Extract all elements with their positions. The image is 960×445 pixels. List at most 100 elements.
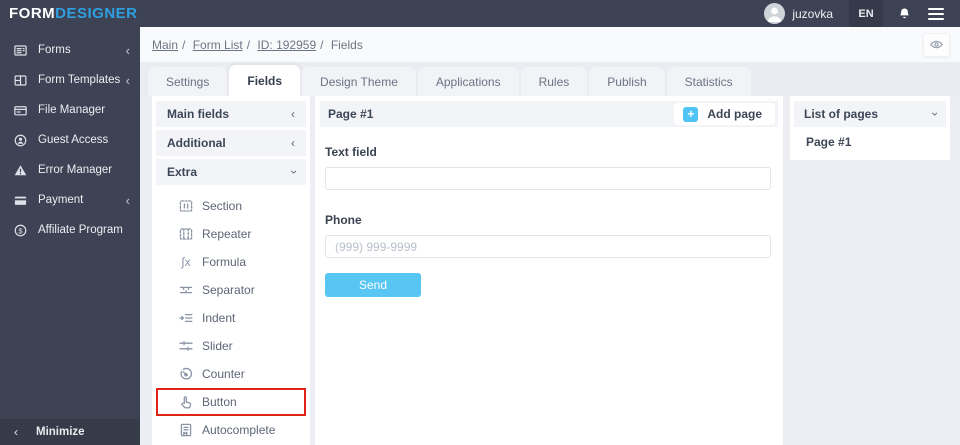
error-manager-icon xyxy=(14,164,27,175)
add-page-button[interactable]: + Add page xyxy=(674,103,775,125)
tab-rules[interactable]: Rules xyxy=(520,67,588,96)
tab-fields[interactable]: Fields xyxy=(229,65,301,96)
tab-settings[interactable]: Settings xyxy=(148,67,228,96)
field-item-label: Autocomplete xyxy=(202,423,276,437)
text-field-input[interactable] xyxy=(325,167,771,190)
chevron-left-icon: ‹ xyxy=(291,107,295,121)
autocomplete-icon xyxy=(180,423,192,437)
main-area: Main / Form List / ID: 192959/ Fields Sett… xyxy=(140,27,960,445)
counter-icon xyxy=(180,367,193,380)
avatar-person-icon xyxy=(767,7,782,22)
chevron-down-icon: ‹ xyxy=(927,112,941,116)
field-item-slider[interactable]: Slider xyxy=(156,332,306,360)
breadcrumb-separator: / xyxy=(320,37,324,52)
field-item-repeater[interactable]: Repeater xyxy=(156,220,306,248)
breadcrumb-link-form-list[interactable]: Form List xyxy=(193,38,243,52)
send-button[interactable]: Send xyxy=(325,273,421,297)
extra-field-list: Section Repeater ∫x Formula Separator In… xyxy=(156,188,306,444)
separator-icon xyxy=(179,286,193,294)
accordion-label: Extra xyxy=(167,165,198,179)
sidebar-item-label: Guest Access xyxy=(38,134,109,146)
sidebar-item-error-manager[interactable]: Error Manager xyxy=(0,155,140,185)
sidebar: Forms ‹ Form Templates ‹ File Manager Gu… xyxy=(0,27,140,445)
tab-publish[interactable]: Publish xyxy=(589,67,665,96)
field-item-section[interactable]: Section xyxy=(156,192,306,220)
add-page-label: Add page xyxy=(707,107,762,121)
button-icon xyxy=(181,396,192,409)
page-list-item[interactable]: Page #1 xyxy=(794,127,946,156)
pages-panel-header[interactable]: List of pages ‹ xyxy=(794,101,946,127)
accordion-extra[interactable]: Extra ‹ xyxy=(156,159,306,185)
field-item-label: Button xyxy=(202,395,237,409)
forms-icon xyxy=(14,44,27,56)
svg-text:$: $ xyxy=(18,226,23,235)
sidebar-item-label: Forms xyxy=(38,44,71,56)
slider-icon xyxy=(179,341,193,351)
sidebar-item-forms[interactable]: Forms ‹ xyxy=(0,35,140,65)
phone-field-label: Phone xyxy=(325,213,362,227)
field-item-label: Section xyxy=(202,199,243,213)
chevron-left-icon: ‹ xyxy=(125,42,130,58)
page-header: Page #1 + Add page xyxy=(320,101,778,127)
topbar: FORMDESIGNER juzovka EN xyxy=(0,0,960,27)
bell-icon xyxy=(900,8,909,19)
field-item-label: Indent xyxy=(202,311,236,325)
page-title: Page #1 xyxy=(328,107,374,121)
field-item-formula[interactable]: ∫x Formula xyxy=(156,248,306,276)
sidebar-nav: Forms ‹ Form Templates ‹ File Manager Gu… xyxy=(0,27,140,245)
field-item-label: Counter xyxy=(202,367,245,381)
tab-bar: Settings Fields Design Theme Application… xyxy=(140,62,960,96)
sidebar-item-label: File Manager xyxy=(38,104,106,116)
field-item-indent[interactable]: Indent xyxy=(156,304,306,332)
sidebar-item-payment[interactable]: Payment ‹ xyxy=(0,185,140,215)
minimize-label: Minimize xyxy=(36,426,85,438)
form-templates-icon xyxy=(14,74,27,86)
username-label[interactable]: juzovka xyxy=(792,7,833,21)
payment-icon xyxy=(14,196,27,205)
tab-applications[interactable]: Applications xyxy=(417,67,519,96)
breadcrumb-link-main[interactable]: Main xyxy=(152,38,178,52)
field-item-label: Formula xyxy=(202,255,247,269)
field-item-label: Repeater xyxy=(202,227,252,241)
field-item-autocomplete[interactable]: Autocomplete xyxy=(156,416,306,444)
breadcrumb-link-form-id[interactable]: ID: 192959 xyxy=(257,38,316,52)
tab-statistics[interactable]: Statistics xyxy=(666,67,751,96)
sidebar-item-label: Payment xyxy=(38,194,84,206)
sidebar-minimize-button[interactable]: ‹ Minimize xyxy=(0,419,140,445)
sidebar-item-label: Form Templates xyxy=(38,74,121,86)
chevron-left-icon: ‹ xyxy=(291,136,295,150)
text-field-label: Text field xyxy=(325,145,377,159)
field-item-counter[interactable]: Counter xyxy=(156,360,306,388)
breadcrumb-current: Fields xyxy=(330,37,363,52)
chevron-left-icon: ‹ xyxy=(125,192,130,208)
sidebar-item-affiliate-program[interactable]: $ Affiliate Program xyxy=(0,215,140,245)
accordion-label: Additional xyxy=(167,136,226,150)
sidebar-item-guest-access[interactable]: Guest Access xyxy=(0,125,140,155)
chevron-down-icon: ‹ xyxy=(286,170,300,174)
pages-panel: List of pages ‹ Page #1 xyxy=(790,96,950,160)
app-logo: FORMDESIGNER xyxy=(0,5,138,22)
accordion-main-fields[interactable]: Main fields ‹ xyxy=(156,101,306,127)
eye-icon xyxy=(930,40,943,49)
accordion-additional[interactable]: Additional ‹ xyxy=(156,130,306,156)
preview-button[interactable] xyxy=(923,32,950,57)
field-item-button[interactable]: Button xyxy=(156,388,306,416)
sidebar-item-file-manager[interactable]: File Manager xyxy=(0,95,140,125)
topbar-right: juzovka EN xyxy=(764,0,960,27)
language-switcher[interactable]: EN xyxy=(849,0,883,27)
tab-design-theme[interactable]: Design Theme xyxy=(302,67,416,96)
menu-button[interactable] xyxy=(928,7,944,20)
notifications-button[interactable] xyxy=(897,6,912,21)
sidebar-item-form-templates[interactable]: Form Templates ‹ xyxy=(0,65,140,95)
file-manager-icon xyxy=(14,105,27,115)
sidebar-item-label: Error Manager xyxy=(38,164,113,176)
accordion-label: Main fields xyxy=(167,107,230,121)
sidebar-item-label: Affiliate Program xyxy=(38,224,123,236)
chevron-left-icon: ‹ xyxy=(14,425,18,439)
field-item-separator[interactable]: Separator xyxy=(156,276,306,304)
logo-part-form: FORM xyxy=(9,5,56,22)
user-avatar[interactable] xyxy=(764,3,786,24)
page-editor: Page #1 + Add page Text field Phone Send xyxy=(315,96,783,445)
phone-field-input[interactable] xyxy=(325,235,771,258)
formula-icon: ∫x xyxy=(181,255,191,269)
